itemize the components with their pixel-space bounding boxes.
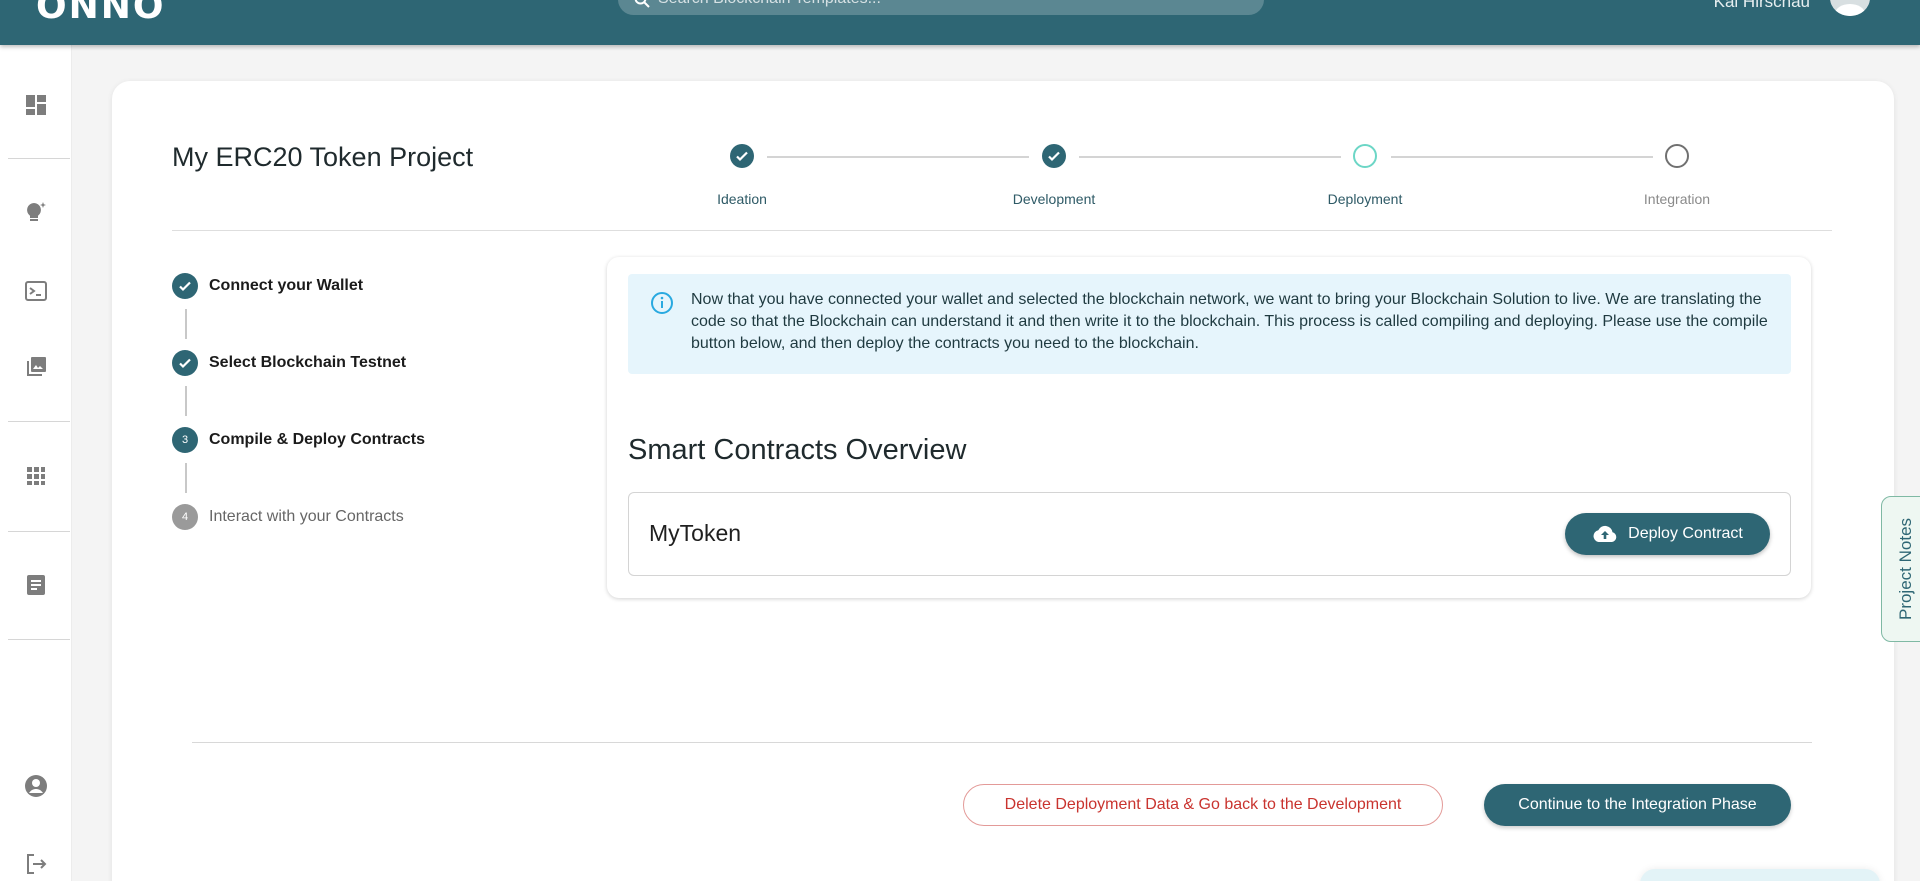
deploy-contract-label: Deploy Contract — [1628, 525, 1743, 542]
check-icon — [1048, 151, 1060, 162]
phase-connector — [1079, 156, 1341, 158]
phase-deployment-indicator[interactable] — [1353, 144, 1377, 168]
top-bar: ONNO Kai Hirschau — [0, 0, 1920, 45]
substep-connector — [185, 463, 187, 493]
sidebar — [0, 45, 72, 881]
substep-connect-wallet[interactable]: Connect your Wallet — [209, 277, 363, 295]
delete-deployment-button[interactable]: Delete Deployment Data & Go back to the … — [963, 784, 1443, 826]
nav-divider — [8, 531, 70, 532]
dashboard-icon[interactable] — [24, 93, 48, 117]
phase-label-ideation: Ideation — [717, 191, 767, 207]
contract-name: MyToken — [649, 520, 742, 546]
footer-divider — [192, 742, 1812, 743]
continue-integration-button[interactable]: Continue to the Integration Phase — [1484, 784, 1791, 826]
user-name[interactable]: Kai Hirschau — [1714, 0, 1810, 12]
logout-icon[interactable] — [24, 852, 48, 876]
terminal-icon[interactable] — [24, 279, 48, 303]
nav-divider — [8, 639, 70, 640]
page-title: My ERC20 Token Project — [172, 142, 474, 172]
avatar[interactable] — [1830, 0, 1870, 16]
substep-2-check — [172, 350, 198, 376]
search-bar[interactable] — [618, 0, 1264, 15]
phase-label-development: Development — [1012, 191, 1096, 207]
info-message: Now that you have connected your wallet … — [691, 291, 1768, 352]
substep-3-number: 3 — [172, 427, 198, 453]
phase-ideation-check[interactable] — [730, 144, 754, 168]
phase-label-deployment: Deployment — [1327, 191, 1403, 207]
substep-1-check — [172, 273, 198, 299]
header-divider — [172, 230, 1832, 231]
phase-connector — [767, 156, 1029, 158]
substep-select-testnet[interactable]: Select Blockchain Testnet — [209, 354, 406, 372]
substep-interact-contracts[interactable]: Interact with your Contracts — [209, 508, 404, 526]
account-icon[interactable] — [24, 774, 48, 798]
gallery-icon[interactable] — [24, 355, 48, 379]
nav-divider — [8, 158, 70, 159]
substep-compile-deploy[interactable]: Compile & Deploy Contracts — [209, 431, 425, 449]
phase-connector — [1391, 156, 1653, 158]
info-icon — [650, 291, 674, 315]
person-icon — [1835, 4, 1865, 16]
project-notes-label: Project Notes — [1896, 517, 1916, 621]
app-logo[interactable]: ONNO — [36, 0, 165, 27]
floating-widget[interactable] — [1640, 869, 1880, 881]
nav-divider — [8, 421, 70, 422]
check-icon — [179, 281, 191, 292]
ideas-icon[interactable] — [24, 200, 48, 224]
deploy-contract-button[interactable]: Deploy Contract — [1565, 513, 1770, 555]
substep-4-number: 4 — [172, 504, 198, 530]
section-title: Smart Contracts Overview — [628, 434, 967, 466]
search-input[interactable] — [658, 0, 1218, 12]
cloud-upload-icon — [1593, 525, 1617, 542]
search-icon — [634, 0, 650, 8]
substep-connector — [185, 386, 187, 416]
check-icon — [179, 358, 191, 369]
document-icon[interactable] — [24, 573, 48, 597]
substep-connector — [185, 309, 187, 339]
check-icon — [736, 151, 748, 162]
phase-label-integration: Integration — [1643, 191, 1711, 207]
phase-development-check[interactable] — [1042, 144, 1066, 168]
phase-integration-indicator[interactable] — [1665, 144, 1689, 168]
apps-icon[interactable] — [24, 464, 48, 488]
project-notes-tab[interactable]: Project Notes — [1881, 496, 1920, 642]
